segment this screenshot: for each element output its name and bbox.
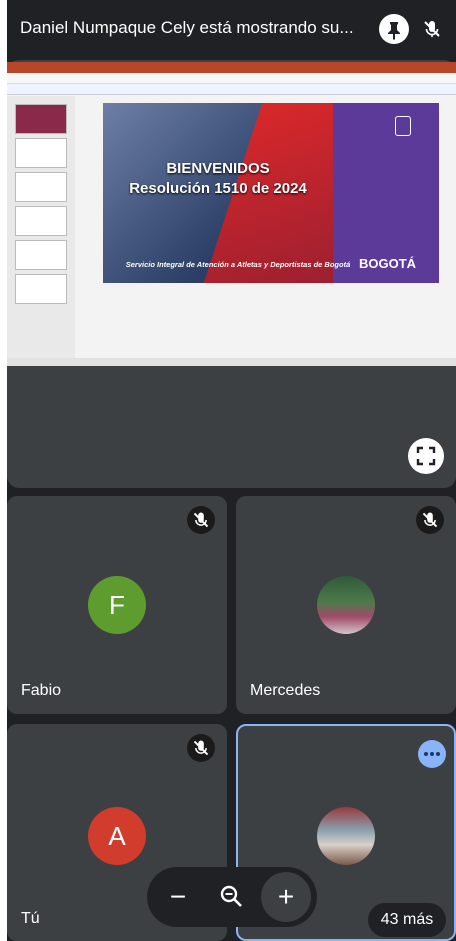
mic-off-badge [187, 506, 215, 534]
more-participants-badge[interactable]: 43 más [368, 903, 446, 937]
slide-thumbnail [15, 172, 67, 202]
fullscreen-button[interactable] [408, 438, 444, 474]
mic-off-icon [422, 512, 438, 528]
slide-thumbnails [7, 96, 75, 366]
app-title-bar [7, 62, 456, 73]
app-status-bar [7, 358, 456, 366]
bogota-logo: BOGOTÁ [359, 256, 417, 271]
avatar-photo [317, 576, 375, 634]
slide-thumbnail [15, 138, 67, 168]
zoom-in-button[interactable]: + [261, 872, 311, 922]
current-slide: BIENVENIDOS Resolución 1510 de 2024 Serv… [103, 103, 439, 283]
avatar-photo [317, 807, 375, 865]
slide-heading: BIENVENIDOS Resolución 1510 de 2024 [103, 159, 333, 199]
avatar: F [88, 576, 146, 634]
participant-name: Tú [21, 910, 40, 927]
app-ribbon [7, 73, 456, 84]
pin-icon [388, 22, 400, 40]
fullscreen-icon [416, 446, 436, 466]
participant-name: Mercedes [250, 682, 321, 699]
more-horiz-icon [424, 752, 440, 756]
participant-tile-mercedes[interactable]: Mercedes [236, 496, 456, 714]
zoom-in-label: + [277, 881, 295, 912]
slide-thumbnail [15, 240, 67, 270]
more-options-button[interactable] [418, 740, 446, 768]
mic-off-icon [193, 740, 209, 756]
notification-bar [7, 84, 456, 95]
mic-status-button[interactable] [417, 14, 447, 44]
slide-thumbnail [15, 206, 67, 236]
participant-tile-fabio[interactable]: F Fabio [7, 496, 227, 714]
mic-off-icon [424, 21, 440, 37]
mic-off-badge [416, 506, 444, 534]
pin-button[interactable] [379, 14, 409, 44]
mic-off-icon [193, 512, 209, 528]
zoom-out-button[interactable]: − [158, 877, 198, 917]
avatar: A [88, 807, 146, 865]
zoom-search-icon [220, 885, 242, 907]
slide-thumbnail [15, 274, 67, 304]
mic-off-badge [187, 734, 215, 762]
slide-heading-line2: Resolución 1510 de 2024 [129, 180, 307, 197]
slide-footer-text: Servicio Integral de Atención a Atletas … [125, 260, 351, 269]
slide-thumbnail [15, 104, 67, 134]
slide-heading-line1: BIENVENIDOS [166, 160, 270, 177]
meet-app: Daniel Numpaque Cely está mostrando su..… [7, 0, 456, 941]
zoom-reset-button[interactable] [212, 877, 252, 917]
top-bar: Daniel Numpaque Cely está mostrando su..… [7, 0, 456, 60]
zoom-controls: − + [147, 867, 317, 927]
bogota-crest [395, 116, 411, 136]
participant-name: Fabio [21, 682, 62, 699]
presentation-title: Daniel Numpaque Cely está mostrando su..… [20, 18, 354, 37]
